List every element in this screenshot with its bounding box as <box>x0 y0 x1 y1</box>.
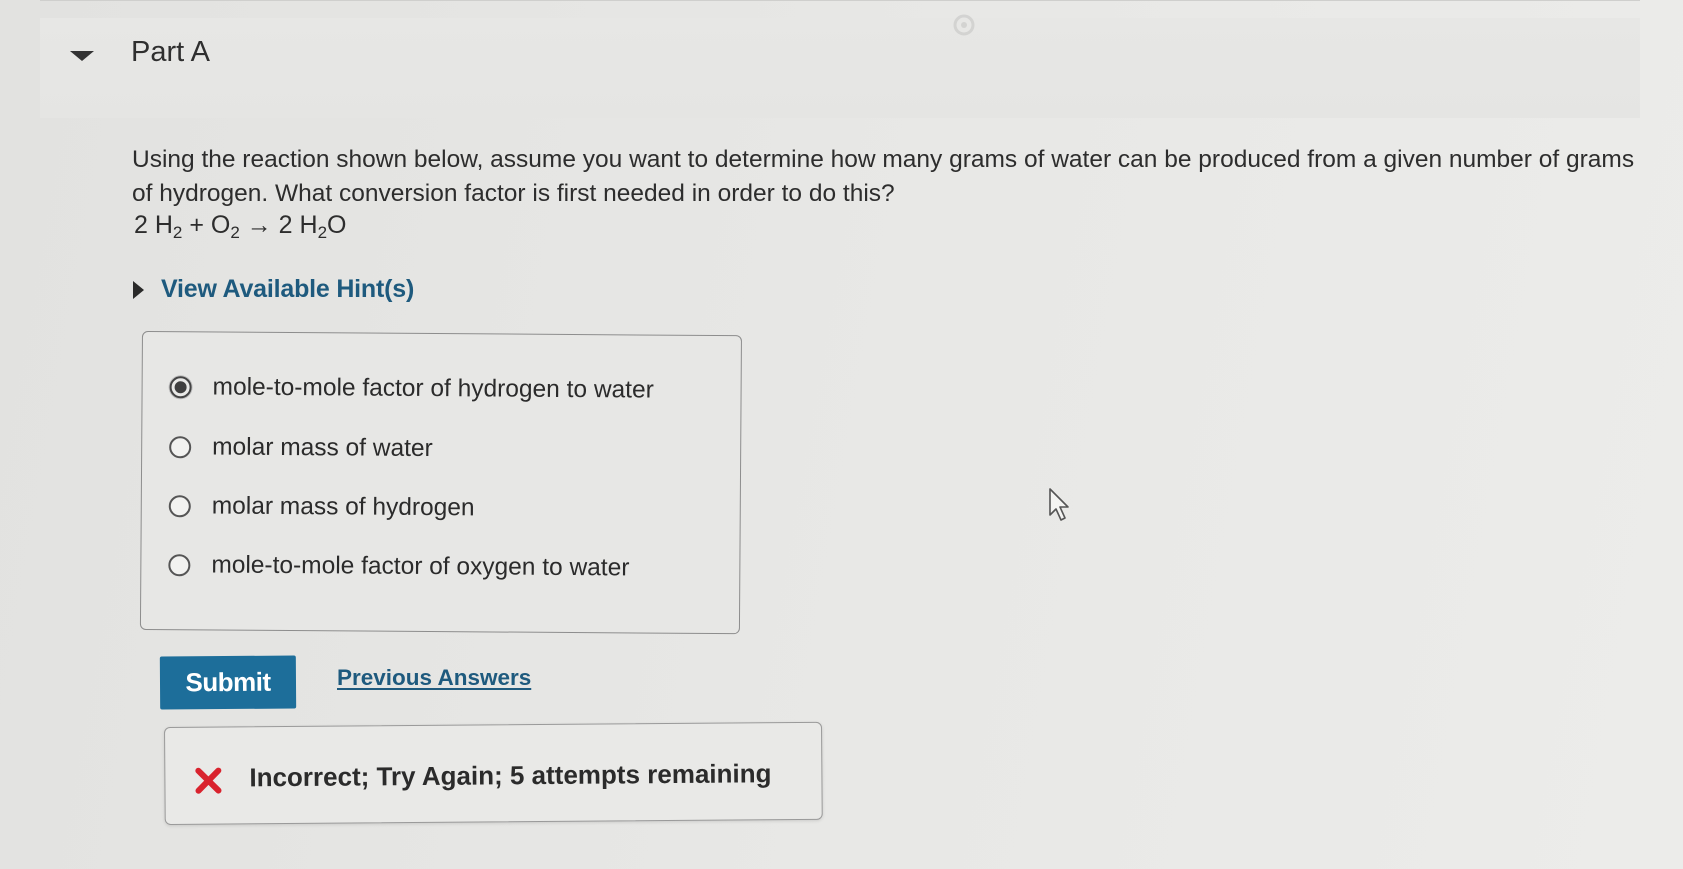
radio-button[interactable] <box>168 495 191 518</box>
choice-label[interactable]: mole-to-mole factor of hydrogen to water <box>213 373 654 404</box>
caret-right-icon[interactable] <box>133 280 144 299</box>
previous-answers-link[interactable]: Previous Answers <box>337 665 531 691</box>
mouse-cursor-icon <box>1049 488 1069 521</box>
equation-part: O <box>327 211 347 239</box>
choice-label[interactable]: molar mass of water <box>212 433 433 463</box>
choice-option[interactable]: mole-to-mole factor of hydrogen to water <box>169 373 654 404</box>
choice-option[interactable]: mole-to-mole factor of oxygen to water <box>168 551 629 582</box>
radio-button-selected[interactable] <box>169 376 192 399</box>
part-header[interactable]: Part A <box>40 18 1640 118</box>
radio-button[interactable] <box>168 554 191 577</box>
equation-subscript: 2 <box>172 223 183 242</box>
feedback-message: Incorrect; Try Again; 5 attempts remaini… <box>164 721 823 825</box>
equation-part: 2 H <box>134 211 173 239</box>
submit-button[interactable]: Submit <box>159 655 297 710</box>
choice-option[interactable]: molar mass of water <box>169 433 433 463</box>
choice-label[interactable]: molar mass of hydrogen <box>212 492 475 522</box>
answer-choices: mole-to-mole factor of hydrogen to water… <box>139 331 742 635</box>
view-hints-toggle[interactable]: View Available Hint(s) <box>133 275 414 304</box>
feedback-text: Incorrect; Try Again; 5 attempts remaini… <box>249 758 772 793</box>
x-icon <box>195 767 222 794</box>
top-divider <box>40 0 1640 1</box>
view-hints-label[interactable]: View Available Hint(s) <box>161 275 414 304</box>
question-text: Using the reaction shown below, assume y… <box>132 146 1635 207</box>
equation-part: → 2 H <box>239 211 318 239</box>
gear-icon <box>953 14 975 36</box>
part-title: Part A <box>131 36 210 68</box>
choice-option[interactable]: molar mass of hydrogen <box>168 492 475 522</box>
page: Part A Using the reaction shown below, a… <box>0 0 1683 869</box>
choice-label[interactable]: mole-to-mole factor of oxygen to water <box>211 551 629 582</box>
reaction-equation: 2 H2 + O2 → 2 H2O <box>134 211 347 242</box>
equation-part: + O <box>182 211 231 239</box>
equation-subscript: 2 <box>317 223 328 242</box>
radio-button[interactable] <box>169 436 192 459</box>
equation-subscript: 2 <box>230 223 240 242</box>
collapse-caret-icon[interactable] <box>70 51 94 61</box>
